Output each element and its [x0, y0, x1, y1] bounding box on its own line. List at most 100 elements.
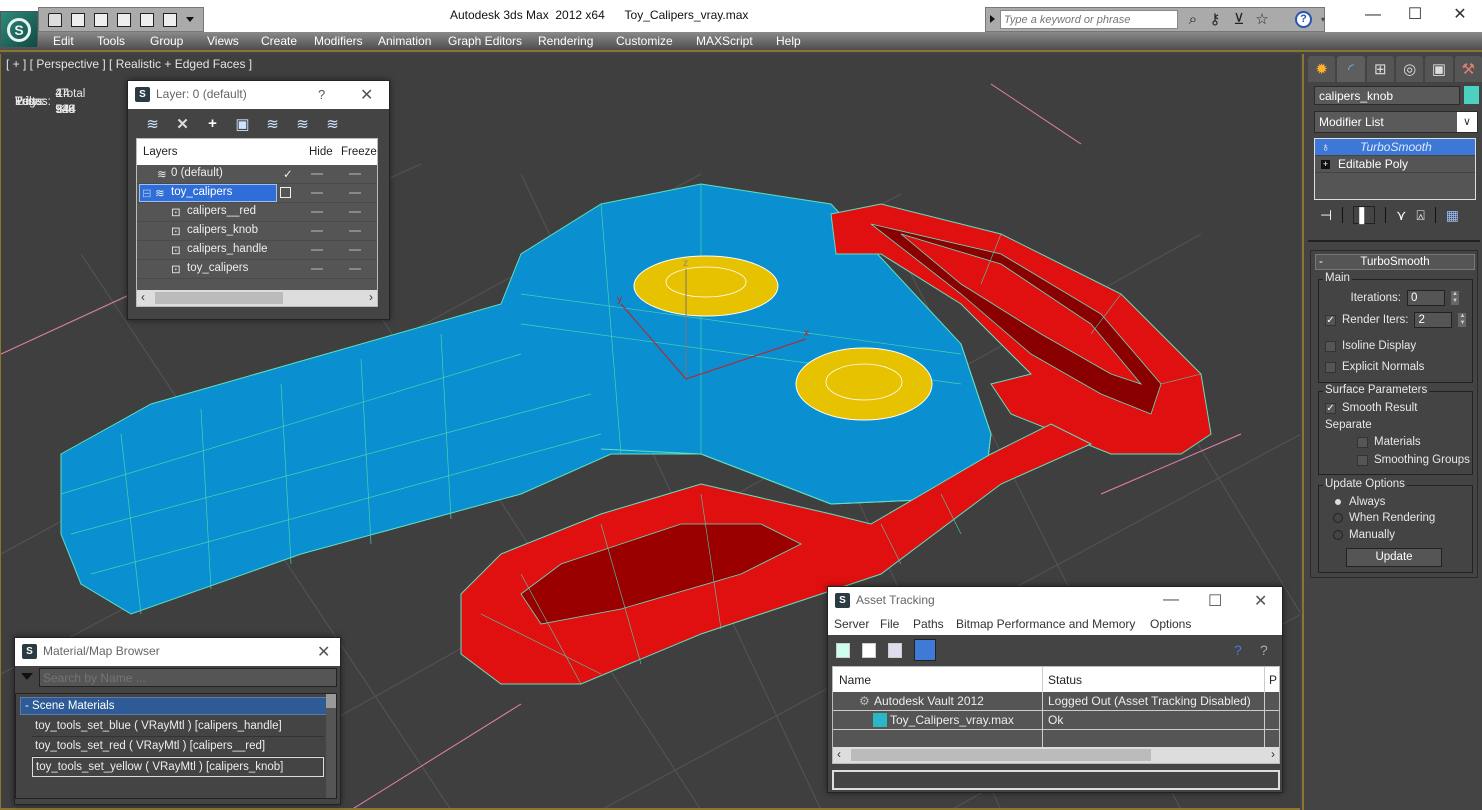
- key-icon[interactable]: ⚷: [1206, 11, 1224, 29]
- freeze-toggle[interactable]: [349, 268, 361, 270]
- close-button[interactable]: ✕: [1450, 6, 1470, 24]
- help-dropdown-icon[interactable]: ▾: [1314, 11, 1332, 29]
- isoline-display-checkbox[interactable]: [1325, 340, 1336, 352]
- menu-maxscript[interactable]: MAXScript: [696, 34, 753, 48]
- close-button[interactable]: ✕: [360, 85, 373, 105]
- smooth-result-checkbox[interactable]: ✓: [1325, 402, 1336, 414]
- menu-bitmap-performance[interactable]: Bitmap Performance and Memory: [956, 617, 1135, 631]
- help-icon[interactable]: ?: [1295, 11, 1312, 28]
- save-icon[interactable]: [71, 12, 85, 27]
- tree-view-icon[interactable]: [888, 643, 902, 658]
- dropdown-caret-icon[interactable]: [186, 17, 194, 22]
- expand-arrow-icon[interactable]: [990, 15, 995, 23]
- freeze-toggle[interactable]: [349, 173, 361, 175]
- display-tab-icon[interactable]: ▣: [1425, 56, 1453, 82]
- dialog-titlebar[interactable]: S Asset Tracking — ☐ ✕: [828, 587, 1282, 613]
- hide-toggle[interactable]: [311, 211, 323, 213]
- keyword-search-input[interactable]: [1000, 10, 1178, 29]
- scroll-left-icon[interactable]: ‹: [141, 290, 145, 304]
- lightbulb-icon[interactable]: ♁: [1321, 140, 1330, 154]
- hold-icon[interactable]: [117, 12, 131, 27]
- scrollbar-thumb[interactable]: [155, 292, 283, 304]
- current-layer-check-icon[interactable]: ✓: [283, 167, 293, 181]
- object-row[interactable]: ⊡ toy_calipers: [137, 260, 377, 279]
- object-name-field[interactable]: [1314, 86, 1460, 105]
- menu-modifiers[interactable]: Modifiers: [314, 34, 363, 48]
- window-icon[interactable]: [140, 12, 154, 27]
- layer-row[interactable]: ≋ 0 (default) ✓: [137, 165, 377, 184]
- render-iters-spinner[interactable]: 2: [1414, 312, 1453, 328]
- column-layers[interactable]: Layers: [143, 146, 178, 158]
- materials-checkbox[interactable]: [1357, 436, 1368, 448]
- pin-stack-icon[interactable]: ⊣: [1320, 207, 1332, 224]
- freeze-toggle[interactable]: [349, 249, 361, 251]
- render-iters-checkbox[interactable]: ✓: [1325, 314, 1336, 326]
- binoculars-icon[interactable]: ⌕: [1184, 11, 1202, 29]
- spinner-arrows-icon[interactable]: ▲ ▼: [1451, 291, 1459, 305]
- column-divider[interactable]: [1042, 667, 1043, 692]
- minimize-button[interactable]: —: [1363, 6, 1383, 24]
- viewport-label[interactable]: [ + ] [ Perspective ] [ Realistic + Edge…: [6, 57, 252, 71]
- delete-layer-icon[interactable]: ✕: [173, 115, 192, 133]
- menu-tools[interactable]: Tools: [97, 34, 125, 48]
- menu-customize[interactable]: Customize: [616, 34, 673, 48]
- layer-row[interactable]: ⊟ ≋ toy_calipers: [137, 184, 377, 203]
- manually-radio[interactable]: [1333, 530, 1343, 540]
- add-to-layer-icon[interactable]: +: [203, 115, 222, 133]
- configure-sets-icon[interactable]: ▦: [1446, 207, 1459, 224]
- create-tab-icon[interactable]: ✹: [1308, 56, 1336, 82]
- object-row[interactable]: ⊡ calipers_handle: [137, 241, 377, 260]
- scroll-left-icon[interactable]: ‹: [837, 747, 841, 761]
- help-button[interactable]: ?: [318, 87, 325, 102]
- freeze-toggle[interactable]: [349, 230, 361, 232]
- select-layer-icon[interactable]: ≋: [263, 115, 282, 133]
- show-end-result-icon[interactable]: ▌: [1353, 206, 1376, 224]
- vertical-scrollbar[interactable]: [326, 694, 336, 798]
- dialog-titlebar[interactable]: S Material/Map Browser ✕: [15, 638, 340, 666]
- chevron-down-icon[interactable]: ∨: [1457, 112, 1477, 132]
- open-folder-icon[interactable]: [48, 12, 62, 27]
- calipers-knob-bottom[interactable]: [795, 347, 933, 421]
- column-name[interactable]: Name: [839, 673, 871, 687]
- horizontal-scrollbar[interactable]: ‹ ›: [833, 747, 1279, 763]
- freeze-toggle[interactable]: [349, 192, 361, 194]
- menu-group[interactable]: Group: [150, 34, 183, 48]
- utilities-tab-icon[interactable]: ⚒: [1454, 56, 1482, 82]
- modify-tab-icon[interactable]: ◜: [1337, 56, 1365, 82]
- update-button[interactable]: Update: [1346, 548, 1442, 567]
- make-current-checkbox[interactable]: [280, 187, 291, 198]
- object-row[interactable]: ⊡ calipers_knob: [137, 222, 377, 241]
- star-icon[interactable]: ☆: [1253, 11, 1271, 29]
- refresh-icon[interactable]: [836, 643, 850, 658]
- new-layer-icon[interactable]: ≋: [143, 115, 162, 133]
- hide-toggle[interactable]: [311, 173, 323, 175]
- collapse-icon[interactable]: ⊟: [142, 186, 152, 200]
- column-status[interactable]: Status: [1048, 673, 1082, 687]
- object-row[interactable]: ⊡ calipers__red: [137, 203, 377, 222]
- iterations-spinner[interactable]: 0: [1407, 290, 1445, 306]
- material-item[interactable]: toy_tools_set_red ( VRayMtl ) [calipers_…: [32, 737, 324, 757]
- menu-animation[interactable]: Animation: [378, 34, 431, 48]
- list-view-icon[interactable]: [862, 643, 876, 658]
- window-icon[interactable]: [163, 12, 177, 27]
- scroll-right-icon[interactable]: ›: [1271, 747, 1275, 761]
- stack-item-editable-poly[interactable]: + Editable Poly: [1315, 156, 1475, 173]
- satellite-icon[interactable]: ⊻: [1230, 11, 1248, 29]
- material-item[interactable]: toy_tools_set_blue ( VRayMtl ) [calipers…: [32, 717, 324, 737]
- hide-toggle[interactable]: [311, 192, 323, 194]
- asset-row[interactable]: ⚙ Autodesk Vault 2012 Logged Out (Asset …: [833, 692, 1279, 711]
- spinner-arrows-icon[interactable]: ▲ ▼: [1458, 313, 1467, 327]
- menu-help[interactable]: Help: [776, 34, 801, 48]
- scrollbar-thumb[interactable]: [326, 694, 336, 708]
- freeze-toggle[interactable]: [349, 211, 361, 213]
- menu-server[interactable]: Server: [834, 617, 869, 631]
- menu-file[interactable]: File: [880, 617, 899, 631]
- asset-row[interactable]: Toy_Calipers_vray.max Ok: [833, 711, 1279, 730]
- menu-views[interactable]: Views: [207, 34, 239, 48]
- close-button[interactable]: ✕: [1254, 591, 1267, 611]
- close-button[interactable]: ✕: [317, 642, 330, 662]
- hide-toggle[interactable]: [311, 268, 323, 270]
- help-icon[interactable]: ?: [1260, 642, 1268, 658]
- expand-plus-icon[interactable]: +: [1321, 159, 1330, 169]
- maximize-button[interactable]: ☐: [1405, 6, 1425, 24]
